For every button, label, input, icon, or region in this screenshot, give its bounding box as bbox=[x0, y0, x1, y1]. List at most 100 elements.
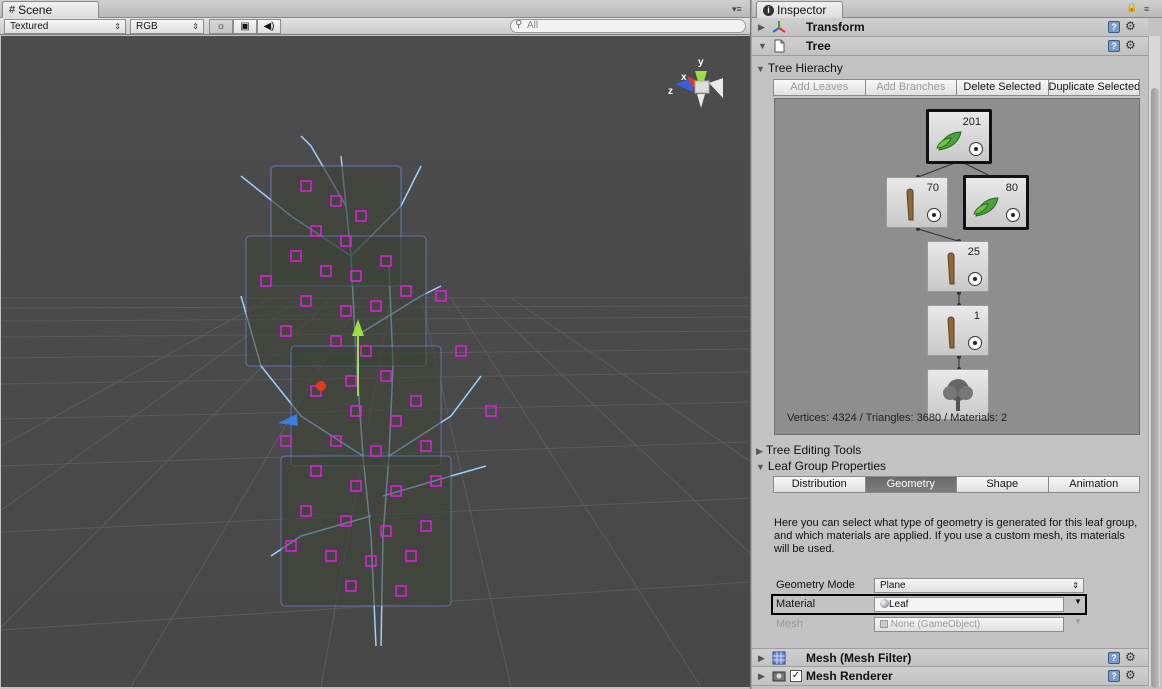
speaker-icon: ◀) bbox=[263, 21, 275, 32]
tab-menu-icon[interactable]: ▾≡ bbox=[732, 4, 742, 15]
hierarchy-node-branch[interactable]: 70 bbox=[886, 177, 948, 228]
hierarchy-node-branch[interactable]: 1 bbox=[927, 305, 989, 356]
scrollbar-thumb[interactable] bbox=[1151, 88, 1159, 688]
hierarchy-node-branch[interactable]: 25 bbox=[927, 241, 989, 292]
tree-root-icon bbox=[943, 379, 973, 411]
gizmo-z-label: z bbox=[668, 86, 673, 97]
mesh-filter-icon bbox=[772, 651, 786, 665]
node-count: 25 bbox=[967, 246, 980, 258]
branch-icon bbox=[947, 316, 955, 349]
foldout-arrow-icon[interactable]: ▼ bbox=[758, 41, 767, 51]
visibility-icon[interactable] bbox=[968, 336, 982, 350]
tab-inspector-label: Inspector bbox=[777, 2, 827, 17]
visibility-icon[interactable] bbox=[1006, 208, 1020, 222]
scene-tabbar: # Scene ▾≡ bbox=[0, 0, 750, 18]
leaf-group-properties-title: Leaf Group Properties bbox=[767, 459, 886, 473]
node-count: 80 bbox=[1005, 182, 1018, 194]
material-value: Leaf bbox=[889, 599, 909, 610]
branch-icon bbox=[906, 188, 914, 221]
material-field[interactable]: Leaf bbox=[874, 597, 1064, 612]
search-icon: ⚲ bbox=[515, 19, 523, 30]
help-icon[interactable]: ? bbox=[1108, 40, 1120, 52]
add-leaves-button[interactable]: Add Leaves bbox=[773, 79, 866, 96]
transform-component[interactable]: ▶ Transform ? ⚙ bbox=[752, 18, 1148, 37]
duplicate-selected-button[interactable]: Duplicate Selected bbox=[1047, 79, 1140, 96]
foldout-arrow-icon[interactable]: ▶ bbox=[758, 671, 765, 682]
object-picker-icon[interactable]: ▼ bbox=[1074, 617, 1082, 626]
color-mode-value: RGB bbox=[136, 21, 158, 32]
add-branches-button[interactable]: Add Branches bbox=[864, 79, 957, 96]
visibility-icon[interactable] bbox=[969, 142, 983, 156]
tree-editing-tools-foldout[interactable]: ▶ Tree Editing Tools bbox=[756, 443, 861, 457]
inspector-tabbar: i Inspector 🔒 ≡ bbox=[752, 0, 1162, 18]
material-sphere-icon bbox=[880, 599, 889, 608]
geometry-mode-dropdown[interactable]: Plane ⇕ bbox=[874, 578, 1084, 593]
help-icon[interactable]: ? bbox=[1108, 670, 1120, 682]
lock-icon[interactable]: 🔒 bbox=[1126, 2, 1137, 13]
render-mode-value: Textured bbox=[10, 21, 49, 32]
color-mode-dropdown[interactable]: RGB ⇕ bbox=[130, 19, 204, 34]
object-picker-icon[interactable]: ▼ bbox=[1074, 597, 1082, 606]
help-icon[interactable]: ? bbox=[1108, 652, 1120, 664]
hierarchy-node-leaves-selected[interactable]: 80 bbox=[963, 175, 1029, 230]
leaf-group-properties-foldout[interactable]: ▼ Leaf Group Properties bbox=[756, 459, 886, 473]
tab-animation[interactable]: Animation bbox=[1047, 476, 1140, 493]
mesh-filter-component[interactable]: ▶ Mesh (Mesh Filter) ? ⚙ bbox=[752, 648, 1148, 667]
visibility-icon[interactable] bbox=[968, 272, 982, 286]
inspector-scrollbar[interactable] bbox=[1148, 36, 1160, 688]
foldout-arrow-icon[interactable]: ▶ bbox=[758, 22, 765, 33]
hierarchy-node-leaves-root[interactable]: 201 bbox=[926, 109, 992, 164]
delete-selected-button[interactable]: Delete Selected bbox=[956, 79, 1049, 96]
scene-view-canvas[interactable]: y x z bbox=[1, 36, 750, 687]
visibility-icon[interactable] bbox=[927, 208, 941, 222]
scene-panel: # Scene ▾≡ Textured ⇕ RGB ⇕ ☼ ▣ ◀) ⚲ All bbox=[0, 0, 751, 689]
geometry-mode-label: Geometry Mode bbox=[776, 579, 855, 591]
foldout-arrow-icon: ▼ bbox=[756, 462, 765, 472]
dropdown-arrows-icon: ⇕ bbox=[1072, 581, 1079, 590]
branch-icon bbox=[947, 252, 955, 285]
tree-hierarchy-foldout[interactable]: ▼ Tree Hierachy bbox=[756, 61, 843, 75]
tab-menu-icon[interactable]: ≡ bbox=[1144, 4, 1149, 14]
gear-icon[interactable]: ⚙ bbox=[1125, 668, 1136, 682]
render-mode-dropdown[interactable]: Textured ⇕ bbox=[4, 19, 126, 34]
tree-stats: Vertices: 4324 / Triangles: 3680 / Mater… bbox=[787, 412, 1008, 424]
gizmo-y-label: y bbox=[698, 57, 704, 68]
tree-hierarchy-view[interactable]: 201 70 80 25 1 Vertices: 4324 / Triangle… bbox=[774, 98, 1140, 435]
foldout-arrow-icon[interactable]: ▶ bbox=[758, 653, 765, 664]
mesh-value: None (GameObject) bbox=[890, 619, 981, 630]
enabled-checkbox[interactable]: ✓ bbox=[790, 670, 802, 682]
tree-hierarchy-title: Tree Hierachy bbox=[767, 61, 843, 75]
leaf-icon bbox=[936, 131, 962, 151]
mesh-renderer-component[interactable]: ▶ ✓ Mesh Renderer ? ⚙ bbox=[752, 667, 1148, 686]
tab-distribution[interactable]: Distribution bbox=[773, 476, 866, 493]
tab-inspector[interactable]: i Inspector bbox=[756, 1, 843, 18]
image-icon: ▣ bbox=[240, 21, 250, 32]
scene-search-input[interactable]: ⚲ All bbox=[510, 19, 746, 33]
tree-component[interactable]: ▼ Tree ? ⚙ bbox=[752, 37, 1148, 56]
help-icon[interactable]: ? bbox=[1108, 21, 1120, 33]
sun-icon: ☼ bbox=[216, 21, 226, 32]
tree-hierarchy-toolbar: Add Leaves Add Branches Delete Selected … bbox=[773, 79, 1140, 96]
leaf-icon bbox=[973, 197, 999, 217]
node-count: 1 bbox=[973, 310, 980, 322]
gear-icon[interactable]: ⚙ bbox=[1125, 38, 1136, 52]
scene-viewport[interactable]: y x z bbox=[1, 36, 750, 687]
mesh-filter-title: Mesh (Mesh Filter) bbox=[806, 651, 912, 665]
mesh-field[interactable]: None (GameObject) bbox=[874, 617, 1064, 632]
gear-icon[interactable]: ⚙ bbox=[1125, 650, 1136, 664]
gear-icon[interactable]: ⚙ bbox=[1125, 19, 1136, 33]
material-label: Material bbox=[776, 598, 816, 610]
tab-scene[interactable]: # Scene bbox=[2, 1, 99, 18]
tab-shape[interactable]: Shape bbox=[956, 476, 1049, 493]
tree-title: Tree bbox=[806, 39, 831, 53]
audio-toggle[interactable]: ◀) bbox=[257, 19, 281, 34]
mesh-renderer-icon bbox=[772, 671, 786, 682]
node-count: 201 bbox=[962, 116, 981, 128]
geometry-mode-row: Geometry Mode Plane ⇕ bbox=[774, 578, 1140, 594]
tab-scene-label: Scene bbox=[18, 2, 53, 17]
tab-geometry[interactable]: Geometry bbox=[864, 476, 957, 493]
tree-editing-tools-title: Tree Editing Tools bbox=[765, 443, 862, 457]
scene-toolbar: Textured ⇕ RGB ⇕ ☼ ▣ ◀) ⚲ All bbox=[0, 18, 750, 35]
skybox-toggle[interactable]: ▣ bbox=[233, 19, 257, 34]
lighting-toggle[interactable]: ☼ bbox=[209, 19, 233, 34]
